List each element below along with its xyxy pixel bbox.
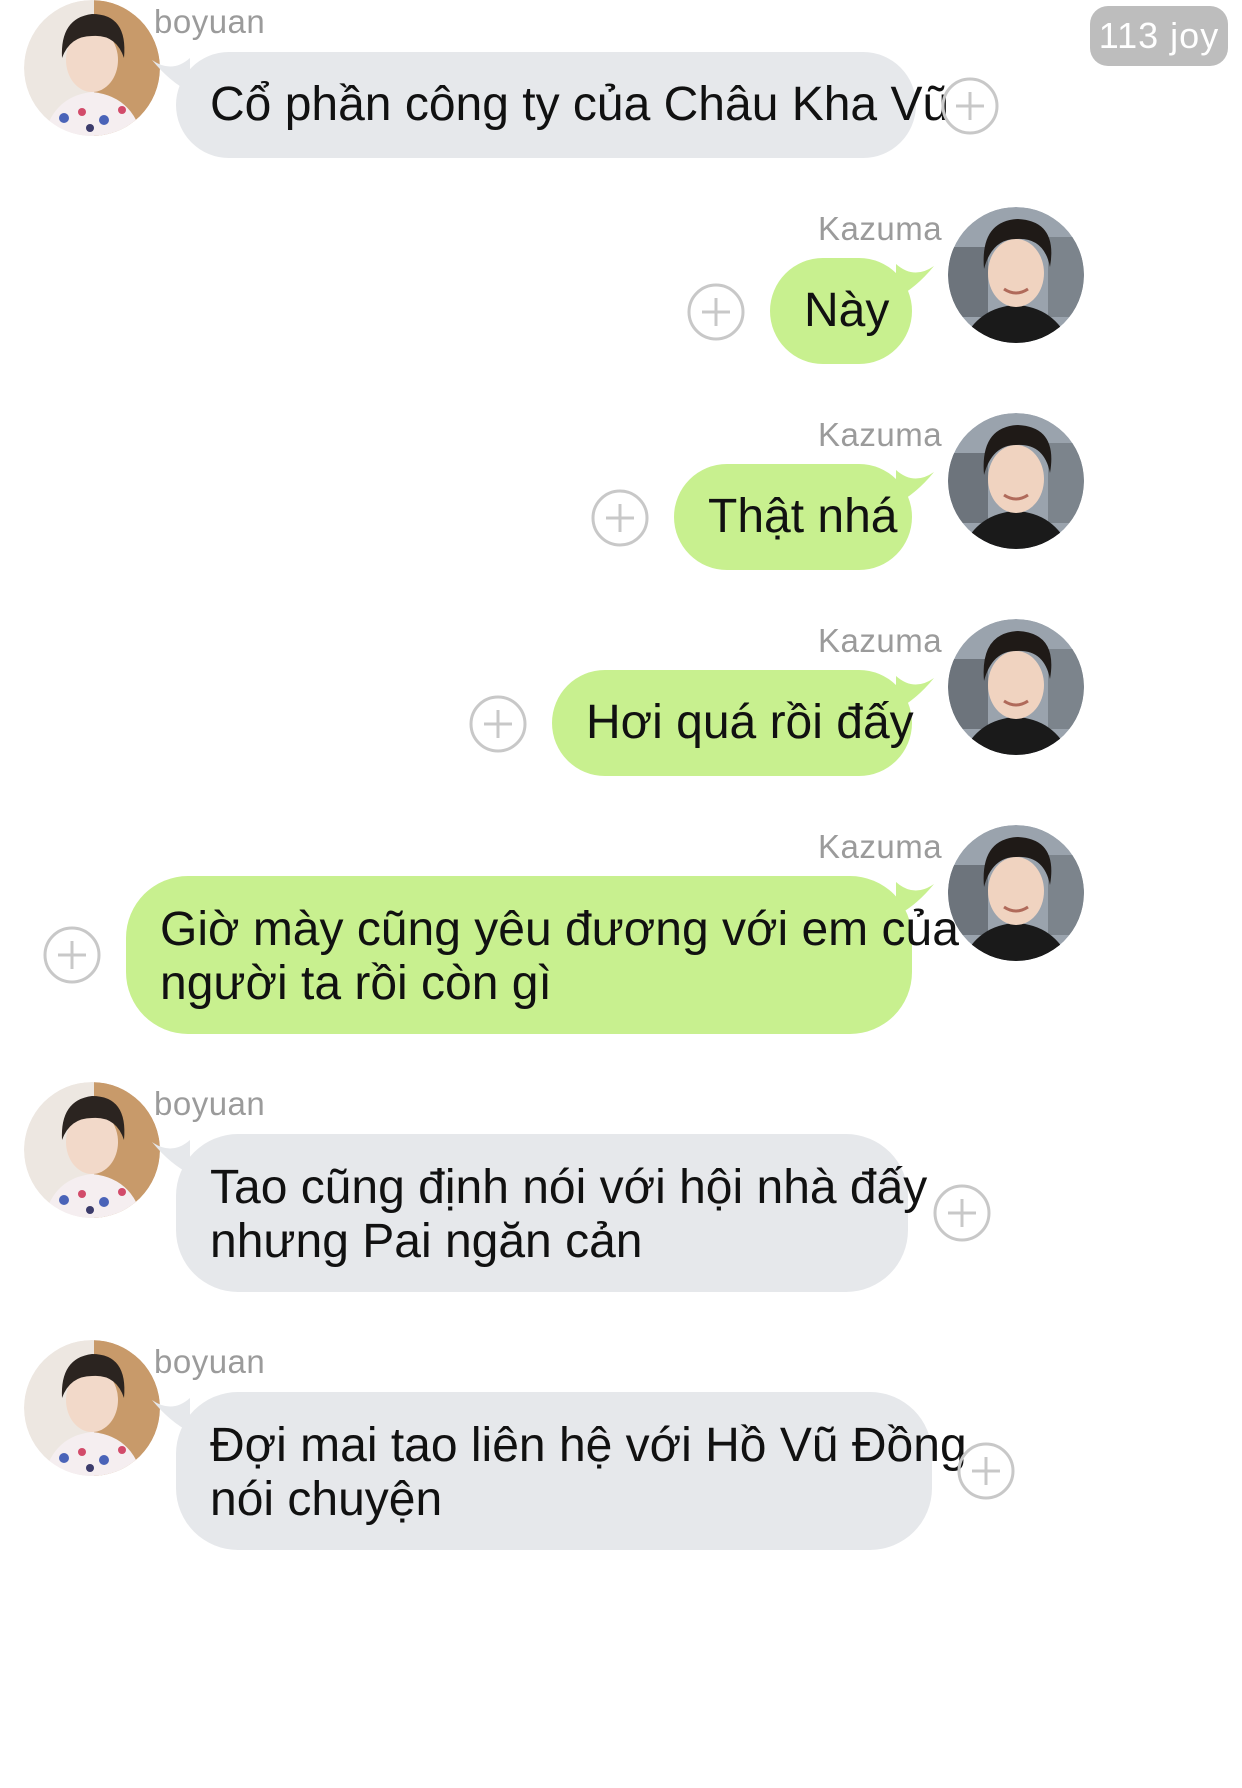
message-text: Thật nhá xyxy=(708,490,898,543)
add-reaction-button[interactable] xyxy=(940,76,1000,136)
message-bubble[interactable]: Đợi mai tao liên hệ với Hồ Vũ Đồng nói c… xyxy=(176,1392,967,1550)
add-reaction-button[interactable] xyxy=(42,925,102,985)
message-text: Hơi quá rồi đấy xyxy=(586,696,914,749)
message-text-line-2: nhưng Pai ngăn cản xyxy=(210,1215,643,1268)
message-text: Cổ phần công ty của Châu Kha Vũ xyxy=(210,78,950,131)
add-reaction-button[interactable] xyxy=(590,488,650,548)
message-text-line-1: Tao cũng định nói với hội nhà đấy xyxy=(210,1161,928,1214)
avatar-boyuan-image xyxy=(24,0,160,136)
avatar-kazuma-image xyxy=(948,619,1084,755)
add-reaction-icon xyxy=(591,489,649,547)
add-reaction-icon xyxy=(957,1442,1015,1500)
sender-name: boyuan xyxy=(154,3,266,40)
avatar-boyuan[interactable] xyxy=(24,1082,160,1218)
add-reaction-button[interactable] xyxy=(932,1183,992,1243)
avatar-kazuma-image xyxy=(948,413,1084,549)
avatar-kazuma[interactable] xyxy=(948,413,1084,549)
avatar-kazuma[interactable] xyxy=(948,207,1084,343)
message-text-line-2: người ta rồi còn gì xyxy=(160,957,552,1010)
sender-name: Kazuma xyxy=(818,622,943,659)
message-bubble[interactable]: Này xyxy=(770,258,912,364)
message-text: Này xyxy=(804,284,890,337)
message-bubble[interactable]: Thật nhá xyxy=(674,464,912,570)
sender-name: boyuan xyxy=(154,1085,266,1122)
avatar-kazuma-image xyxy=(948,207,1084,343)
avatar-kazuma[interactable] xyxy=(948,619,1084,755)
message-bubble[interactable]: Hơi quá rồi đấy xyxy=(552,670,914,776)
message-text-line-1: Đợi mai tao liên hệ với Hồ Vũ Đồng xyxy=(210,1419,967,1472)
add-reaction-button[interactable] xyxy=(956,1441,1016,1501)
add-reaction-icon xyxy=(687,283,745,341)
add-reaction-icon xyxy=(43,926,101,984)
sender-name: Kazuma xyxy=(818,828,943,865)
sender-name: Kazuma xyxy=(818,210,943,247)
message-bubble[interactable]: Cổ phần công ty của Châu Kha Vũ xyxy=(176,52,949,158)
avatar-kazuma[interactable] xyxy=(948,825,1084,961)
avatar-boyuan[interactable] xyxy=(24,0,160,136)
sender-name: boyuan xyxy=(154,1343,266,1380)
avatar-kazuma-image xyxy=(948,825,1084,961)
message-bubble[interactable]: Tao cũng định nói với hội nhà đấy nhưng … xyxy=(176,1134,927,1292)
add-reaction-icon xyxy=(941,77,999,135)
message-bubble[interactable]: Giờ mày cũng yêu đương với em của người … xyxy=(126,876,959,1034)
avatar-boyuan-image xyxy=(24,1340,160,1476)
add-reaction-button[interactable] xyxy=(686,282,746,342)
add-reaction-button[interactable] xyxy=(468,694,528,754)
reaction-counter-badge: 113 joy xyxy=(1090,6,1228,66)
message-text-line-2: nói chuyện xyxy=(210,1473,443,1526)
avatar-boyuan-image xyxy=(24,1082,160,1218)
add-reaction-icon xyxy=(933,1184,991,1242)
sender-name: Kazuma xyxy=(818,416,943,453)
avatar-boyuan[interactable] xyxy=(24,1340,160,1476)
add-reaction-icon xyxy=(469,695,527,753)
message-text-line-1: Giờ mày cũng yêu đương với em của xyxy=(160,903,959,956)
